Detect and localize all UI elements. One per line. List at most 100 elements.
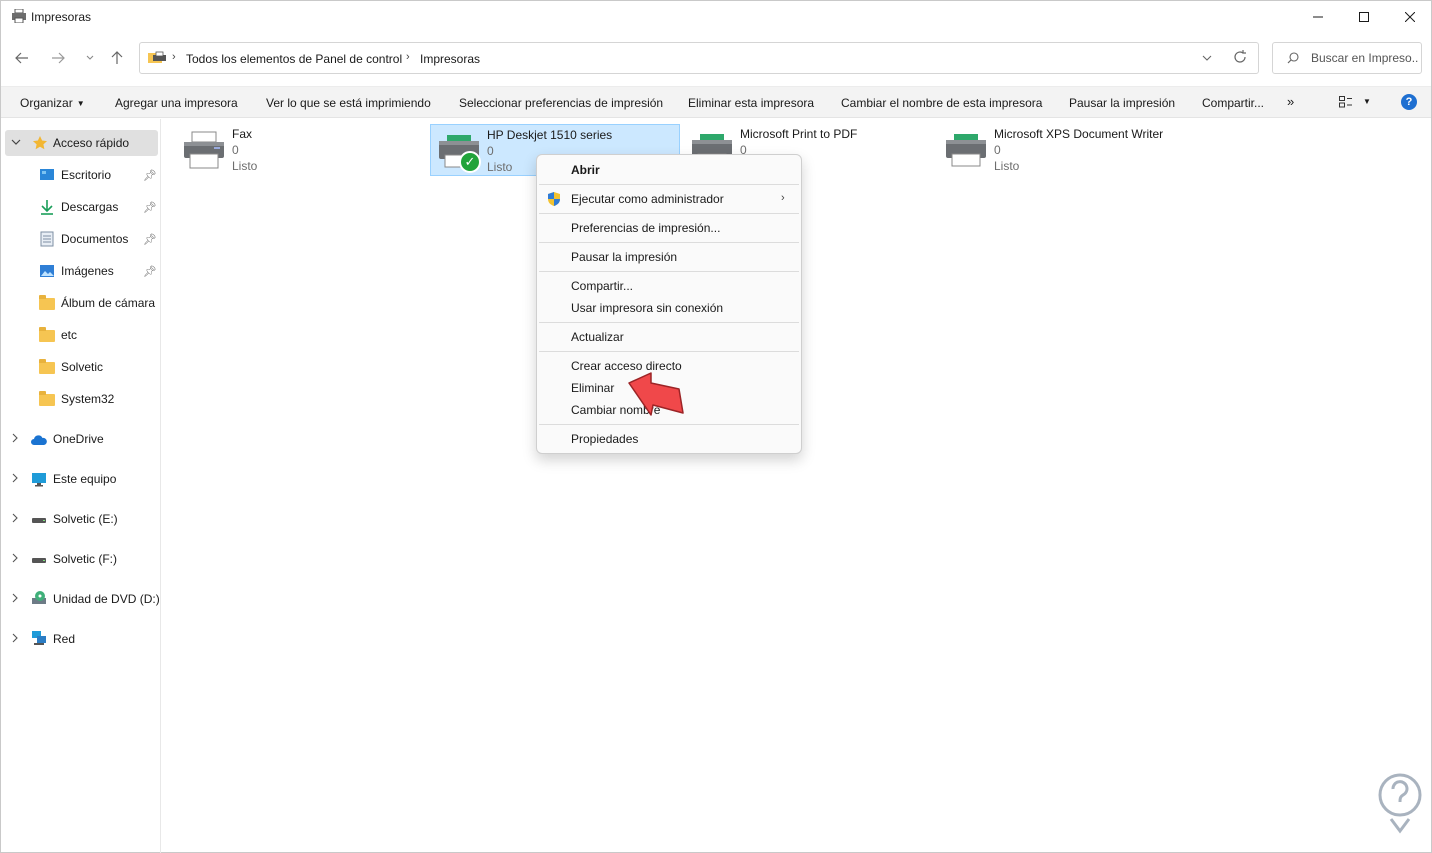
sidebar-item-this-pc[interactable]: Este equipo bbox=[1, 466, 159, 492]
star-icon bbox=[33, 136, 47, 150]
menu-item-pause-printing[interactable]: Pausar la impresión bbox=[571, 250, 677, 264]
menu-item-delete[interactable]: Eliminar bbox=[571, 381, 614, 395]
pause-printing-button[interactable]: Pausar la impresión bbox=[1069, 96, 1175, 110]
printer-name: Microsoft XPS Document Writer bbox=[994, 127, 1164, 141]
printer-status: Listo bbox=[994, 159, 1020, 173]
close-button[interactable] bbox=[1387, 1, 1432, 33]
pin-icon: 📌︎ bbox=[143, 201, 157, 214]
printer-queue-count: 0 bbox=[232, 143, 239, 157]
sidebar-item-documents[interactable]: Documentos 📌︎ bbox=[1, 226, 159, 252]
see-printing-button[interactable]: Ver lo que se está imprimiendo bbox=[266, 96, 431, 110]
printer-name: Fax bbox=[232, 127, 253, 141]
onedrive-icon bbox=[31, 435, 47, 445]
chevron-right-icon: › bbox=[781, 192, 785, 204]
chevron-right-icon[interactable] bbox=[11, 553, 19, 566]
rename-printer-button[interactable]: Cambiar el nombre de esta impresora bbox=[841, 96, 1042, 110]
printer-name: HP Deskjet 1510 series bbox=[487, 128, 613, 142]
organize-menu[interactable]: Organizar ▼ bbox=[20, 96, 85, 110]
chevron-right-icon[interactable] bbox=[11, 433, 19, 446]
help-icon[interactable]: ? bbox=[1401, 94, 1417, 110]
refresh-icon[interactable] bbox=[1232, 48, 1248, 66]
document-icon bbox=[40, 231, 54, 247]
sidebar-item-drive-e[interactable]: Solvetic (E:) bbox=[1, 506, 159, 532]
maximize-button[interactable] bbox=[1341, 1, 1387, 33]
sidebar-item-drive-f[interactable]: Solvetic (F:) bbox=[1, 546, 159, 572]
sidebar-item-label: Red bbox=[53, 632, 76, 646]
sidebar-item-dvd-drive[interactable]: Unidad de DVD (D:) bbox=[1, 586, 160, 612]
address-bar[interactable]: › Todos los elementos de Panel de contro… bbox=[139, 42, 1259, 74]
share-button[interactable]: Compartir... bbox=[1202, 96, 1264, 110]
printer-status: Listo bbox=[487, 160, 513, 174]
chevron-right-icon[interactable] bbox=[11, 513, 19, 526]
organize-label: Organizar bbox=[20, 96, 73, 110]
menu-item-use-offline[interactable]: Usar impresora sin conexión bbox=[571, 301, 723, 315]
menu-item-refresh[interactable]: Actualizar bbox=[571, 330, 624, 344]
menu-item-share[interactable]: Compartir... bbox=[571, 279, 633, 293]
menu-item-properties[interactable]: Propiedades bbox=[571, 432, 638, 446]
view-options-icon[interactable] bbox=[1339, 96, 1353, 108]
printer-folder-icon bbox=[148, 51, 166, 63]
search-input[interactable] bbox=[1311, 49, 1419, 67]
sidebar-item-onedrive[interactable]: OneDrive bbox=[1, 426, 159, 452]
address-dropdown-icon[interactable] bbox=[1202, 50, 1212, 66]
menu-divider bbox=[539, 242, 799, 243]
folder-icon bbox=[39, 391, 55, 408]
menu-item-run-as-admin[interactable]: Ejecutar como administrador bbox=[571, 192, 724, 206]
close-icon bbox=[1405, 12, 1415, 22]
forward-button[interactable] bbox=[47, 47, 69, 69]
caret-down-icon: ▼ bbox=[76, 99, 85, 108]
search-icon bbox=[1287, 52, 1299, 64]
chevron-right-icon[interactable] bbox=[11, 473, 19, 486]
view-caret-icon[interactable]: ▼ bbox=[1363, 97, 1371, 106]
maximize-icon bbox=[1359, 12, 1369, 22]
add-printer-button[interactable]: Agregar una impresora bbox=[115, 96, 238, 110]
sidebar-item-etc[interactable]: etc bbox=[1, 322, 159, 348]
uac-shield-icon bbox=[548, 192, 560, 206]
sidebar-item-pictures[interactable]: Imágenes 📌︎ bbox=[1, 258, 159, 284]
folder-icon bbox=[39, 295, 55, 312]
chevron-down-icon bbox=[86, 55, 94, 60]
printer-queue-count: 0 bbox=[487, 144, 494, 158]
folder-icon bbox=[39, 359, 55, 376]
delete-printer-button[interactable]: Eliminar esta impresora bbox=[688, 96, 814, 110]
printer-name: Microsoft Print to PDF bbox=[740, 127, 858, 141]
sidebar-item-label: Solvetic bbox=[61, 360, 104, 374]
sidebar-item-label: System32 bbox=[61, 392, 115, 406]
drive-icon bbox=[32, 558, 46, 563]
menu-divider bbox=[539, 351, 799, 352]
chevron-right-icon[interactable] bbox=[11, 593, 19, 606]
sidebar-item-camera-roll[interactable]: Álbum de cámara bbox=[1, 290, 159, 316]
arrow-up-icon bbox=[111, 51, 123, 64]
back-button[interactable] bbox=[11, 47, 33, 69]
more-commands-button[interactable]: » bbox=[1287, 94, 1294, 109]
breadcrumb-printers[interactable]: Impresoras bbox=[420, 52, 480, 66]
printer-tile-fax[interactable]: Fax 0 Listo bbox=[176, 124, 416, 176]
search-box[interactable] bbox=[1272, 42, 1422, 74]
chevron-down-icon[interactable] bbox=[11, 138, 21, 149]
sidebar-item-solvetic[interactable]: Solvetic bbox=[1, 354, 159, 380]
sidebar-item-system32[interactable]: System32 bbox=[1, 386, 159, 412]
arrow-left-icon bbox=[15, 52, 28, 64]
breadcrumb-control-panel[interactable]: Todos los elementos de Panel de control bbox=[186, 52, 402, 66]
menu-item-open[interactable]: Abrir bbox=[571, 163, 600, 177]
sidebar-item-quick-access[interactable]: Acceso rápido bbox=[5, 130, 158, 156]
menu-item-print-preferences[interactable]: Preferencias de impresión... bbox=[571, 221, 720, 235]
minimize-button[interactable] bbox=[1295, 1, 1341, 33]
chevron-right-icon[interactable] bbox=[11, 633, 19, 646]
title-bar: Impresoras bbox=[1, 1, 1431, 33]
default-printer-check-icon: ✓ bbox=[459, 151, 481, 173]
pin-icon: 📌︎ bbox=[143, 233, 157, 246]
sidebar-item-label: OneDrive bbox=[53, 432, 104, 446]
recent-locations-button[interactable] bbox=[79, 47, 101, 69]
up-button[interactable] bbox=[106, 47, 128, 69]
sidebar-item-label: Unidad de DVD (D:) bbox=[53, 592, 160, 606]
printer-queue-count: 0 bbox=[994, 143, 1001, 157]
arrow-right-icon bbox=[52, 52, 65, 64]
print-prefs-button[interactable]: Seleccionar preferencias de impresión bbox=[459, 96, 663, 110]
sidebar-item-desktop[interactable]: Escritorio 📌︎ bbox=[1, 162, 159, 188]
printer-tile-xps-writer[interactable]: Microsoft XPS Document Writer 0 Listo bbox=[938, 124, 1198, 176]
sidebar-item-network[interactable]: Red bbox=[1, 626, 159, 652]
sidebar-item-downloads[interactable]: Descargas 📌︎ bbox=[1, 194, 159, 220]
network-icon bbox=[32, 631, 46, 645]
menu-divider bbox=[539, 424, 799, 425]
